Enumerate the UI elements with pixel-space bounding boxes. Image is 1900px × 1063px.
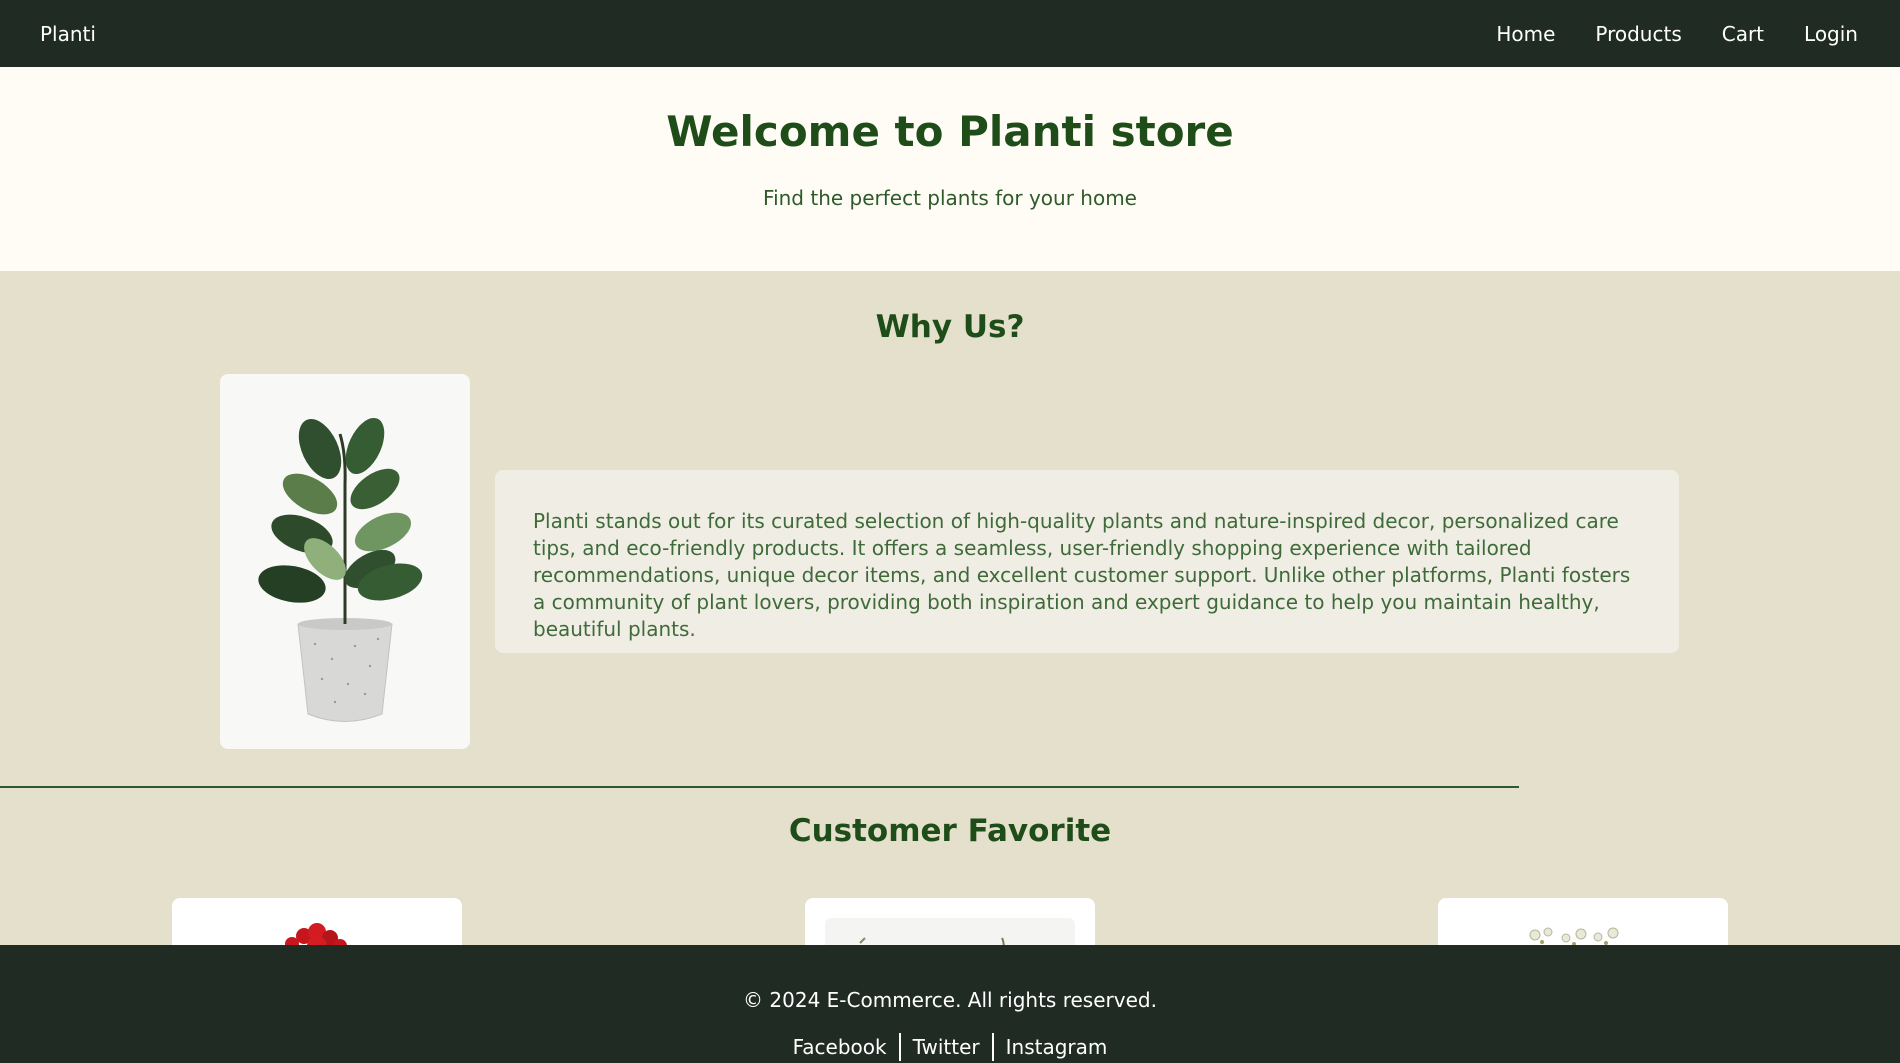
- why-us-description: Planti stands out for its curated select…: [533, 509, 1631, 641]
- footer-copyright: © 2024 E-Commerce. All rights reserved.: [743, 988, 1157, 1012]
- hero-section: Welcome to Planti store Find the perfect…: [0, 67, 1900, 271]
- footer-link-twitter[interactable]: Twitter: [898, 1033, 992, 1061]
- footer-link-facebook[interactable]: Facebook: [781, 1033, 899, 1061]
- footer-social-links: Facebook Twitter Instagram: [0, 1033, 1900, 1061]
- potted-plant-icon: [258, 417, 423, 722]
- why-us-title: Why Us?: [875, 309, 1025, 345]
- nav-links: Home Products Cart Login: [1496, 22, 1858, 46]
- hero-title: Welcome to Planti store: [666, 107, 1234, 156]
- potted-plant-image: [220, 374, 470, 749]
- footer: © 2024 E-Commerce. All rights reserved. …: [0, 945, 1900, 1063]
- hero-subtitle: Find the perfect plants for your home: [763, 186, 1137, 210]
- section-divider: [0, 786, 1519, 788]
- why-us-description-box: Planti stands out for its curated select…: [495, 470, 1679, 653]
- brand-logo[interactable]: Planti: [40, 22, 96, 46]
- customer-favorite-title: Customer Favorite: [788, 813, 1112, 849]
- nav-link-products[interactable]: Products: [1595, 22, 1681, 46]
- nav-link-login[interactable]: Login: [1804, 22, 1858, 46]
- footer-link-instagram[interactable]: Instagram: [991, 1033, 1120, 1061]
- nav-link-home[interactable]: Home: [1496, 22, 1555, 46]
- nav-link-cart[interactable]: Cart: [1722, 22, 1764, 46]
- top-navbar: Planti Home Products Cart Login: [0, 0, 1900, 67]
